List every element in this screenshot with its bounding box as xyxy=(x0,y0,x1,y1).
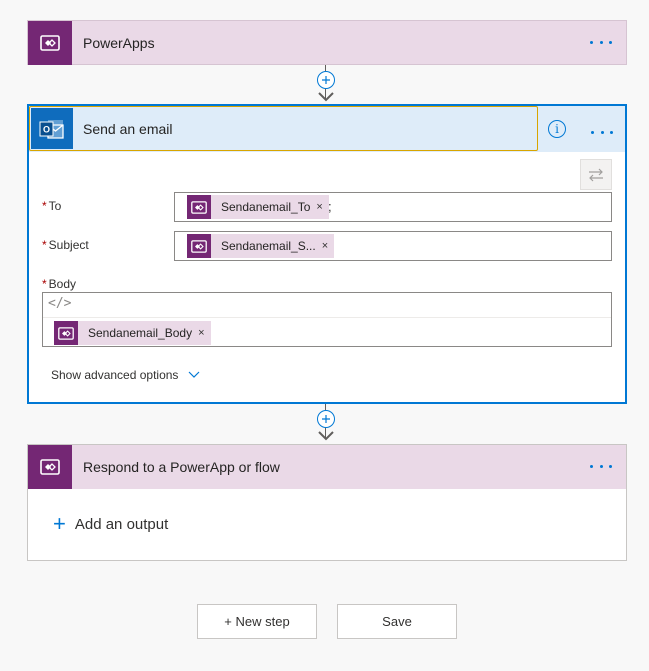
response-title: Respond to a PowerApp or flow xyxy=(83,459,280,475)
arrow-down-icon xyxy=(318,92,334,102)
insert-step-icon[interactable] xyxy=(317,71,335,89)
dynamic-content-token[interactable]: Sendanemail_To × xyxy=(187,195,329,219)
remove-token-icon[interactable]: × xyxy=(322,240,328,252)
powerapps-icon xyxy=(54,321,78,345)
send-email-action-card[interactable]: O Send an email i * To Sendanemail_To × ;… xyxy=(27,104,627,404)
powerapps-icon xyxy=(28,445,72,489)
save-button[interactable]: Save xyxy=(337,604,457,639)
to-separator: ; xyxy=(328,199,332,214)
powerapps-icon xyxy=(28,21,72,65)
more-options-icon[interactable] xyxy=(590,35,612,49)
powerapps-icon xyxy=(187,195,211,219)
action-title: Send an email xyxy=(83,121,173,137)
subject-label: * Subject xyxy=(42,238,89,252)
to-field[interactable]: Sendanemail_To × ; xyxy=(174,192,612,222)
chevron-down-icon xyxy=(188,371,200,379)
subject-field[interactable]: Sendanemail_S... × xyxy=(174,231,612,261)
body-toolbar: </> xyxy=(43,293,611,318)
swap-arrows-icon[interactable] xyxy=(580,159,612,190)
dynamic-content-token[interactable]: Sendanemail_S... × xyxy=(187,234,335,258)
show-advanced-options-link[interactable]: Show advanced options xyxy=(51,368,200,382)
trigger-title: PowerApps xyxy=(83,35,155,51)
trigger-header[interactable]: PowerApps xyxy=(28,21,626,65)
to-label: * To xyxy=(42,199,62,213)
more-options-icon[interactable] xyxy=(590,459,612,473)
dynamic-content-token[interactable]: Sendanemail_Body × xyxy=(54,321,211,345)
info-icon[interactable]: i xyxy=(548,120,566,138)
powerapps-trigger-card[interactable]: PowerApps xyxy=(27,20,627,65)
arrow-down-icon xyxy=(318,431,334,441)
body-field[interactable]: </> Sendanemail_Body × xyxy=(42,292,612,347)
svg-text:O: O xyxy=(43,124,50,134)
step-connector xyxy=(316,404,336,444)
step-connector xyxy=(316,65,336,105)
add-output-button[interactable]: + Add an output xyxy=(53,513,168,535)
code-view-icon[interactable]: </> xyxy=(48,296,71,311)
new-step-button[interactable]: + New step xyxy=(197,604,317,639)
more-options-icon[interactable] xyxy=(591,125,613,139)
respond-action-card[interactable]: Respond to a PowerApp or flow + Add an o… xyxy=(27,444,627,561)
plus-icon: + xyxy=(53,511,66,536)
insert-step-icon[interactable] xyxy=(317,410,335,428)
outlook-icon: O xyxy=(31,108,73,149)
body-label: * Body xyxy=(42,277,77,291)
powerapps-icon xyxy=(187,234,211,258)
remove-token-icon[interactable]: × xyxy=(316,201,322,213)
response-header[interactable]: Respond to a PowerApp or flow xyxy=(28,445,626,489)
remove-token-icon[interactable]: × xyxy=(198,327,204,339)
